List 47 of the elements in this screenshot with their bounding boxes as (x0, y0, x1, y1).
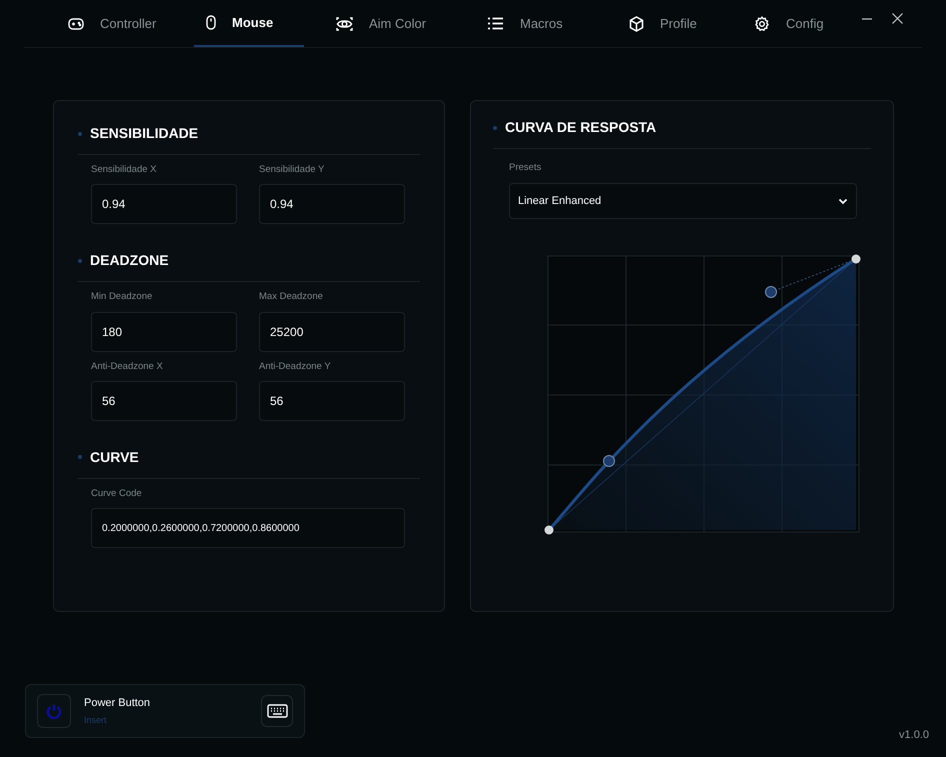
section-title: DEADZONE (90, 251, 169, 270)
preset-dropdown[interactable]: Linear Enhanced (509, 183, 857, 220)
input-field[interactable]: 0.2000000,0.2600000,0.7200000,0.8600000 (91, 508, 405, 548)
input-field[interactable]: 0.94 (259, 184, 405, 224)
cube-icon (629, 16, 644, 32)
nav-tab[interactable]: Controller (56, 0, 168, 47)
settings-icon (754, 16, 770, 32)
field-label: Anti-Deadzone X (91, 360, 164, 374)
keyboard-icon (266, 704, 288, 718)
section-title: CURVE (90, 448, 139, 467)
field-label: Sensibilidade Y (259, 163, 326, 177)
section-title: CURVA DE RESPOSTA (505, 118, 656, 137)
bullet-icon (493, 126, 497, 130)
input-field[interactable]: 56 (91, 380, 237, 421)
bullet-icon (78, 132, 82, 136)
power-button-title: Power Button (84, 696, 152, 710)
close-icon[interactable] (892, 13, 903, 24)
minimize-icon[interactable] (862, 18, 872, 20)
section-title: SENSIBILIDADE (90, 124, 198, 143)
field-label: Max Deadzone (259, 290, 324, 304)
field-label: Curve Code (91, 486, 143, 501)
end-point-handle[interactable] (544, 526, 554, 535)
list-icon (487, 17, 504, 30)
eye-icon (336, 16, 353, 30)
nav-tab[interactable]: Mouse (194, 0, 304, 47)
input-field[interactable]: 56 (259, 380, 405, 421)
mouse-icon (206, 15, 216, 30)
chevron-down-icon (838, 198, 848, 205)
keyboard-button[interactable] (261, 695, 293, 727)
gamepad-icon (68, 18, 84, 30)
nav-tab[interactable]: Macros (475, 0, 575, 47)
version-label: v1.0.0 (899, 728, 929, 743)
bullet-icon (78, 258, 82, 263)
nav-tab[interactable]: Aim Color (324, 0, 438, 47)
field-label: Presets (509, 161, 542, 175)
bullet-icon (78, 455, 82, 460)
nav-tab[interactable]: Config (742, 0, 836, 47)
nav-tab[interactable]: Profile (617, 0, 709, 47)
field-label: Sensibilidade X (91, 163, 158, 177)
key-binding-label: Insert (84, 714, 108, 727)
input-field[interactable]: 180 (91, 312, 237, 352)
power-icon (46, 703, 62, 719)
end-point-handle[interactable] (852, 254, 860, 264)
field-label: Min Deadzone (91, 290, 154, 304)
input-field[interactable]: 25200 (259, 312, 405, 352)
input-field[interactable]: 0.94 (91, 184, 237, 224)
field-label: Anti-Deadzone Y (259, 360, 332, 374)
